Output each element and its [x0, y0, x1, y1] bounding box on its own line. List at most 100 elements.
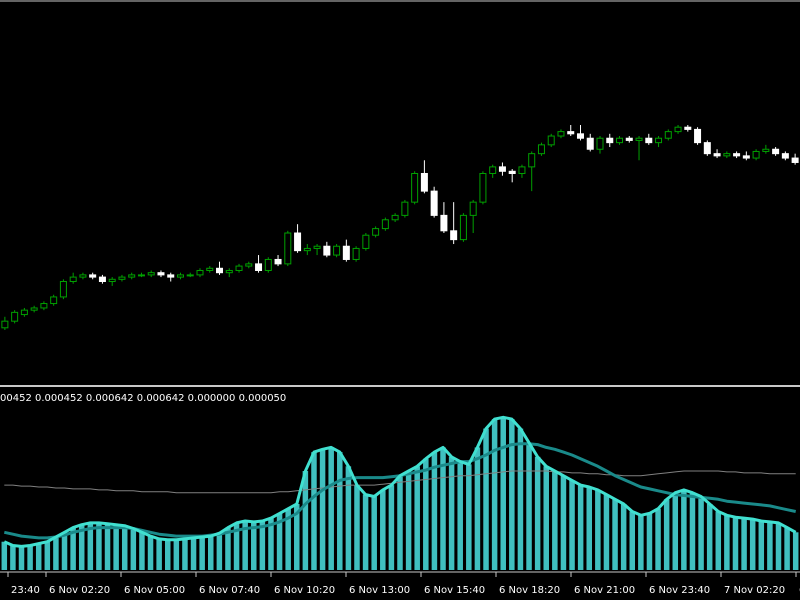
histogram-bar [517, 428, 524, 570]
candle [430, 186, 438, 218]
candle-body [137, 274, 145, 277]
histogram-bar [173, 539, 180, 570]
candle-body [333, 245, 341, 256]
candle-body [98, 276, 106, 283]
candle-body [225, 269, 233, 274]
histogram-bar [724, 515, 730, 570]
candle-body [752, 150, 760, 159]
time-tick-label: 6 Nov 13:00 [349, 585, 410, 596]
candle-body [59, 281, 67, 298]
histogram-bar [586, 487, 592, 570]
candle [264, 257, 272, 273]
time-tick-label: 6 Nov 05:00 [124, 585, 185, 596]
time-tick-label: 6 Nov 07:40 [199, 585, 260, 596]
histogram-bar [371, 496, 377, 570]
time-tick-label: 6 Nov 15:40 [424, 585, 485, 596]
candle-body [264, 258, 272, 271]
candle-body [79, 274, 87, 278]
candle-body [128, 274, 136, 278]
histogram-bar [612, 499, 618, 570]
histogram-bar [715, 511, 722, 570]
candle-body [528, 153, 536, 168]
time-tick-label: 7 Nov 02:20 [724, 585, 785, 596]
candle-body [323, 245, 331, 256]
candle-body [216, 267, 224, 274]
histogram-bar [560, 475, 567, 570]
candle-body [362, 234, 370, 249]
histogram-bar [1, 541, 8, 570]
histogram-bar [199, 537, 205, 570]
histogram-bar [388, 485, 395, 570]
histogram-bar [397, 475, 403, 570]
candle-body [411, 172, 419, 203]
histogram-bar [405, 471, 412, 570]
histogram-bar [663, 499, 670, 570]
histogram-bar [792, 532, 799, 570]
candle-body [469, 201, 477, 216]
histogram-bar [775, 522, 782, 570]
time-tick-label: 6 Nov 21:00 [574, 585, 635, 596]
histogram-bar [689, 492, 696, 570]
histogram-bar [319, 449, 326, 570]
candle-body [342, 245, 350, 260]
histogram-bar [509, 419, 515, 570]
histogram-bar [354, 485, 360, 570]
candle-body [703, 142, 711, 155]
histogram-bar [431, 452, 438, 570]
candle-body [89, 274, 97, 278]
histogram-bar [491, 419, 498, 570]
histogram-bar [681, 489, 687, 570]
histogram-bar [784, 527, 790, 570]
candle-body [372, 228, 380, 236]
candle [362, 233, 370, 251]
histogram-bar [164, 539, 171, 570]
candle-body [303, 247, 311, 252]
histogram-bar [190, 537, 197, 570]
histogram-bar [96, 522, 102, 570]
histogram-bar [345, 466, 352, 570]
candle-body [401, 201, 409, 216]
histogram-bar [104, 523, 111, 570]
candle [381, 217, 389, 231]
histogram-bar [483, 428, 489, 570]
histogram-bar [767, 521, 773, 570]
histogram-bar [448, 456, 455, 570]
candle-body [723, 153, 731, 157]
histogram-bar [526, 442, 532, 570]
candle [401, 199, 409, 218]
candle-body [206, 267, 214, 271]
candle-body [489, 166, 497, 174]
candle-body [176, 274, 184, 278]
indicator-readout: 00452 0.000452 0.000642 0.000642 0.00000… [0, 393, 286, 404]
candle-body [664, 131, 672, 139]
candle-body [674, 126, 682, 133]
candle-body [50, 296, 58, 305]
histogram-bar [208, 536, 214, 570]
candle-body [791, 157, 799, 163]
histogram-bar [10, 545, 16, 570]
candle-body [586, 137, 594, 150]
candle-body [147, 272, 155, 276]
histogram-bar [156, 538, 162, 570]
candle [547, 133, 555, 148]
histogram-bar [732, 517, 739, 570]
histogram-bar [672, 492, 679, 570]
candle-body [498, 166, 506, 172]
candle-body [313, 245, 321, 249]
histogram-bar [302, 471, 309, 570]
histogram-bar [216, 533, 223, 570]
candle [59, 279, 67, 300]
histogram-bar [53, 537, 59, 570]
histogram-bar [620, 504, 627, 570]
candle-body [196, 269, 204, 276]
candle-body [596, 137, 604, 150]
candle-body [645, 137, 653, 144]
histogram-bar [474, 447, 481, 570]
histogram-bar [457, 461, 463, 570]
histogram-bar [706, 504, 713, 570]
candle-body [352, 247, 360, 260]
candle [284, 230, 292, 267]
histogram-bar [35, 543, 42, 570]
histogram-bar [147, 536, 154, 570]
histogram-bar [500, 417, 506, 570]
